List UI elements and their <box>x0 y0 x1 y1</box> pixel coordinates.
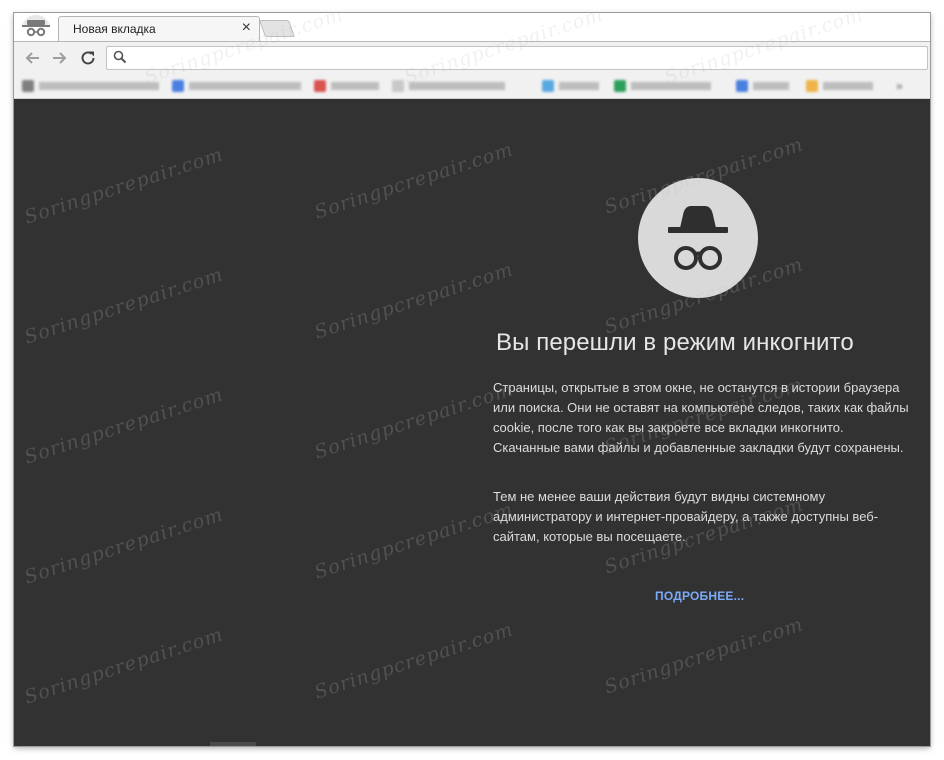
new-tab-button[interactable] <box>258 20 296 37</box>
horizontal-scrollbar[interactable] <box>210 742 256 746</box>
back-arrow-icon <box>25 52 39 64</box>
learn-more-link[interactable]: ПОДРОБНЕЕ... <box>655 589 744 603</box>
incognito-warning: Тем не менее ваши действия будут видны с… <box>493 489 879 544</box>
tab-strip: Новая вкладка × <box>14 13 930 42</box>
bookmark-item[interactable] <box>314 79 379 93</box>
bookmark-item[interactable] <box>172 79 301 93</box>
incognito-badge-icon <box>16 13 56 41</box>
forward-button[interactable] <box>50 48 70 68</box>
bookmark-item[interactable] <box>806 79 873 93</box>
tab-close-icon[interactable]: × <box>242 19 251 37</box>
bookmark-item[interactable] <box>392 79 505 93</box>
tab-new-tab[interactable]: Новая вкладка × <box>58 16 260 42</box>
bookmark-item[interactable] <box>614 79 711 93</box>
omnibox-input[interactable] <box>133 48 917 68</box>
toolbar <box>14 41 930 74</box>
browser-window: Новая вкладка × » Вы перешли в режим инк… <box>14 13 930 746</box>
reload-icon <box>81 51 95 65</box>
reload-button[interactable] <box>78 48 98 68</box>
incognito-page: Вы перешли в режим инкогнито Страницы, о… <box>14 99 930 746</box>
bookmark-item[interactable] <box>736 79 789 93</box>
omnibox[interactable] <box>106 46 928 70</box>
forward-arrow-icon <box>53 52 67 64</box>
incognito-icon <box>638 178 758 298</box>
tab-title: Новая вкладка <box>73 22 156 36</box>
back-button[interactable] <box>22 48 42 68</box>
page-title: Вы перешли в режим инкогнито <box>496 329 854 356</box>
bookmark-item[interactable] <box>542 79 599 93</box>
search-icon <box>113 50 127 64</box>
incognito-description: Страницы, открытые в этом окне, не остан… <box>493 380 909 455</box>
bookmarks-bar: » <box>14 74 930 99</box>
bookmarks-overflow-icon[interactable]: » <box>896 79 903 93</box>
bookmark-item[interactable] <box>22 79 159 93</box>
